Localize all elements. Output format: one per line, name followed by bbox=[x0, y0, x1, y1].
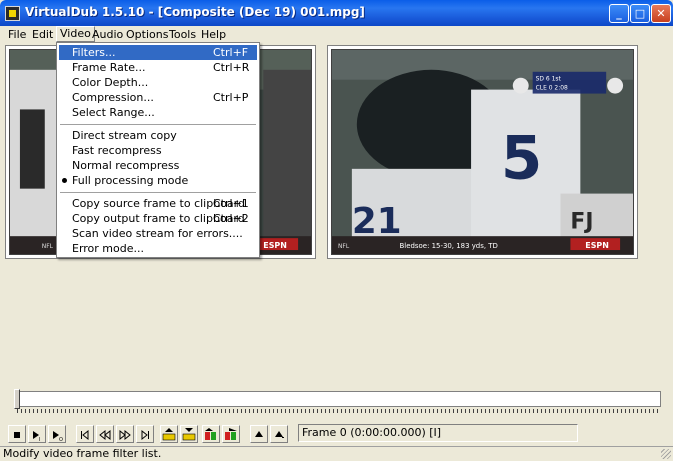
scene-back-icon bbox=[205, 428, 216, 440]
scene-forward-button[interactable] bbox=[222, 425, 240, 443]
maximize-button[interactable]: □ bbox=[630, 4, 650, 23]
stop-button[interactable] bbox=[8, 425, 26, 443]
input-espn-logo: ESPN bbox=[263, 241, 287, 250]
scene-forward-icon bbox=[225, 428, 237, 440]
video-menu-dropdown: Filters... Ctrl+F Frame Rate... Ctrl+R C… bbox=[56, 42, 260, 258]
status-bar: Modify video frame filter list. bbox=[0, 446, 673, 461]
mark-in-icon bbox=[255, 431, 263, 437]
menu-item-compression[interactable]: Compression... Ctrl+P bbox=[59, 90, 257, 105]
resize-grip-icon[interactable] bbox=[661, 449, 671, 459]
input-nfl-logo: NFL bbox=[42, 243, 54, 250]
scene-back-button[interactable] bbox=[202, 425, 220, 443]
menu-help[interactable]: Help bbox=[198, 27, 229, 42]
menu-audio[interactable]: Audio bbox=[89, 27, 126, 42]
score-line-2: CLE 0 2:08 bbox=[536, 85, 568, 92]
menu-item-select-range[interactable]: Select Range... bbox=[59, 105, 257, 120]
menu-edit[interactable]: Edit bbox=[29, 27, 56, 42]
minimize-button[interactable]: _ bbox=[609, 4, 629, 23]
stop-icon bbox=[14, 432, 20, 438]
score-line-1: SD 6 1st bbox=[536, 76, 562, 83]
title-bar[interactable]: VirtualDub 1.5.10 - [Composite (Dec 19) … bbox=[0, 0, 673, 27]
minimize-icon: _ bbox=[616, 7, 622, 20]
position-slider-thumb[interactable] bbox=[14, 389, 20, 409]
close-button[interactable]: ✕ bbox=[651, 4, 671, 23]
close-icon: ✕ bbox=[656, 7, 666, 20]
menu-item-error-mode[interactable]: Error mode... bbox=[59, 241, 257, 256]
menu-tools[interactable]: Tools bbox=[166, 27, 199, 42]
go-start-icon bbox=[81, 429, 89, 441]
status-text: Modify video frame filter list. bbox=[3, 447, 162, 460]
menu-separator bbox=[60, 192, 256, 194]
svg-text:5: 5 bbox=[501, 125, 542, 194]
menu-item-normal-recompress[interactable]: Normal recompress bbox=[59, 158, 257, 173]
svg-text:21: 21 bbox=[352, 201, 402, 242]
output-frame-image: 5 21 FJ SD 6 1st CLE 0 2:08 NFL Bledsoe:… bbox=[332, 50, 633, 254]
go-end-button[interactable] bbox=[136, 425, 154, 443]
menu-item-fast-recompress[interactable]: Fast recompress bbox=[59, 143, 257, 158]
menu-separator bbox=[60, 124, 256, 126]
menu-item-copy-output-frame[interactable]: Copy output frame to clipboard Ctrl+2 bbox=[59, 211, 257, 226]
play-input-button[interactable]: I bbox=[28, 425, 46, 443]
play-output-button[interactable]: O bbox=[48, 425, 66, 443]
prev-keyframe-icon bbox=[162, 428, 176, 441]
menu-file[interactable]: File bbox=[5, 27, 29, 42]
play-output-icon: O bbox=[53, 431, 63, 442]
prev-keyframe-button[interactable] bbox=[160, 425, 178, 443]
menu-item-full-processing-mode[interactable]: Full processing mode bbox=[59, 173, 257, 188]
position-slider-ticks bbox=[17, 409, 661, 413]
virtualdub-app-icon[interactable] bbox=[5, 6, 20, 21]
menu-item-filters[interactable]: Filters... Ctrl+F bbox=[59, 45, 257, 60]
go-start-button[interactable] bbox=[76, 425, 94, 443]
output-espn-logo: ESPN bbox=[585, 241, 609, 250]
menu-item-scan-video-stream[interactable]: Scan video stream for errors.... bbox=[59, 226, 257, 241]
svg-text:O: O bbox=[59, 437, 63, 442]
radio-bullet-icon bbox=[62, 178, 67, 183]
position-slider-track[interactable] bbox=[17, 391, 661, 407]
step-forward-button[interactable] bbox=[116, 425, 134, 443]
menu-bar: File Edit Video Audio Options Tools Help bbox=[0, 26, 673, 42]
menu-item-copy-source-frame[interactable]: Copy source frame to clipboard Ctrl+1 bbox=[59, 196, 257, 211]
mark-out-icon bbox=[275, 431, 284, 438]
play-input-icon: I bbox=[33, 431, 40, 442]
menu-item-direct-stream-copy[interactable]: Direct stream copy bbox=[59, 128, 257, 143]
mark-in-button[interactable] bbox=[250, 425, 268, 443]
frame-indicator: Frame 0 (0:00:00.000) [I] bbox=[298, 424, 578, 442]
output-video-pane[interactable]: 5 21 FJ SD 6 1st CLE 0 2:08 NFL Bledsoe:… bbox=[327, 45, 638, 259]
output-nfl-logo: NFL bbox=[338, 243, 350, 250]
menu-options[interactable]: Options bbox=[123, 27, 171, 42]
step-forward-icon bbox=[119, 429, 131, 441]
maximize-icon: □ bbox=[634, 7, 646, 20]
go-end-icon bbox=[141, 429, 149, 441]
svg-text:I: I bbox=[39, 437, 40, 442]
next-keyframe-button[interactable] bbox=[180, 425, 198, 443]
step-back-button[interactable] bbox=[96, 425, 114, 443]
svg-text:FJ: FJ bbox=[570, 209, 593, 234]
next-keyframe-icon bbox=[182, 428, 196, 441]
window-title: VirtualDub 1.5.10 - [Composite (Dec 19) … bbox=[25, 5, 365, 19]
menu-item-frame-rate[interactable]: Frame Rate... Ctrl+R bbox=[59, 60, 257, 75]
stat-ticker: Bledsoe: 15-30, 183 yds, TD bbox=[400, 242, 498, 250]
mark-out-button[interactable] bbox=[270, 425, 288, 443]
menu-item-color-depth[interactable]: Color Depth... bbox=[59, 75, 257, 90]
step-back-icon bbox=[99, 429, 111, 441]
